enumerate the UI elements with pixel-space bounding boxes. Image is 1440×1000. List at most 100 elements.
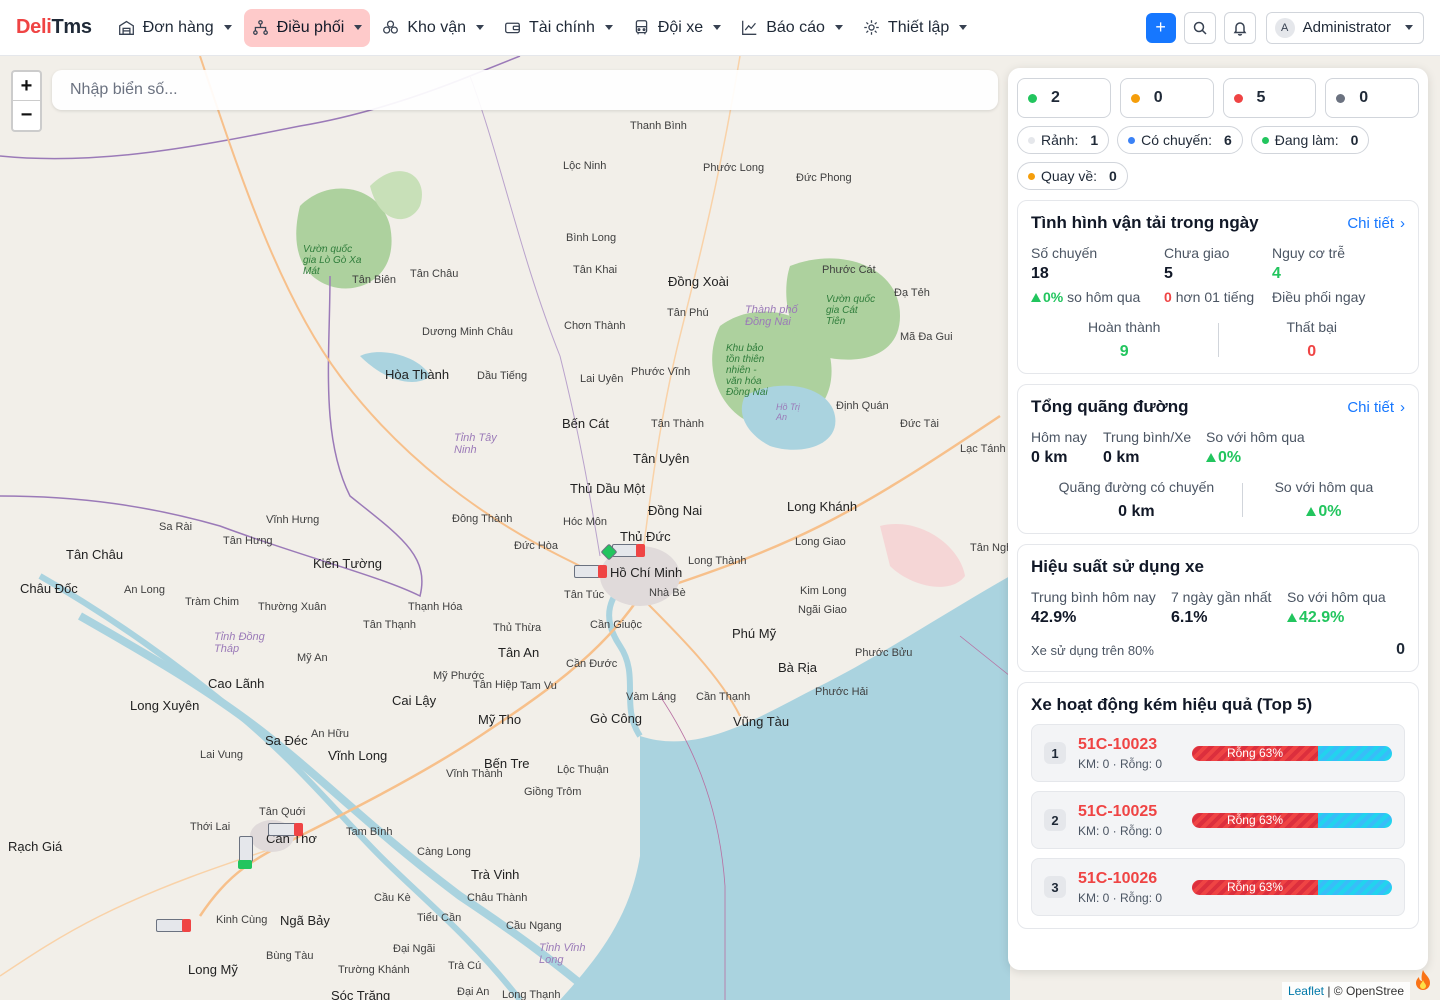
distance-card: Tổng quãng đường Chi tiết › Hôm nay 0 km … <box>1017 384 1419 534</box>
map-label: Lộc Ninh <box>563 160 607 172</box>
vehicle-plate[interactable]: 51C-10025 <box>1078 803 1162 821</box>
arrow-up-icon <box>1031 293 1041 302</box>
counter-value: 2 <box>1051 89 1060 106</box>
nav-bao-cao[interactable]: Báo cáo <box>733 9 851 47</box>
loaded-fill <box>1318 745 1392 761</box>
vehicle-list: 1 51C-10023 KM: 0 · Rỗng: 0 Rỗng 63% 2 5… <box>1031 724 1405 916</box>
map-label: Phú Mỹ <box>732 626 777 641</box>
map-label: Đông Thành <box>452 513 513 525</box>
map-label: Phước Hải <box>815 686 869 698</box>
nav-don-hang[interactable]: Đơn hàng <box>110 9 240 47</box>
plate-search-input[interactable]: Nhập biển số... <box>52 70 998 110</box>
vehicle-row[interactable]: 1 51C-10023 KM: 0 · Rỗng: 0 Rỗng 63% <box>1031 724 1405 782</box>
map-label: Mã Đa Gui <box>900 331 953 343</box>
boxes-icon <box>383 20 399 34</box>
nav-kho-van[interactable]: Kho vận <box>374 9 492 47</box>
status-dot <box>1028 172 1035 180</box>
map-label: Sóc Trăng <box>331 988 391 1000</box>
status-counters: 2 0 5 0 <box>1017 78 1419 118</box>
chevron-down-icon <box>713 25 722 30</box>
chevron-down-icon <box>354 25 363 30</box>
today-label: Hôm nay <box>1031 429 1088 445</box>
map-label: Tân Thành <box>651 418 705 430</box>
user-menu[interactable]: A Administrator <box>1265 11 1424 44</box>
status-counter-red[interactable]: 5 <box>1222 78 1317 118</box>
nav-dieu-phoi[interactable]: Điều phối <box>243 8 371 47</box>
status-counter-gray[interactable]: 0 <box>1325 78 1419 118</box>
transport-detail-link[interactable]: Chi tiết › <box>1347 215 1405 232</box>
map-label: Kinh Cùng <box>216 914 268 926</box>
add-button[interactable]: + <box>1145 12 1176 43</box>
map-label: Bùng Tàu <box>266 950 314 962</box>
vehicle-plate[interactable]: 51C-10023 <box>1078 736 1162 754</box>
map-label: Châu Thành <box>467 892 528 904</box>
map-label: Thạnh Hóa <box>408 601 463 613</box>
map-park-label: Vườn quốc gia Lò Gò Xa Mát <box>303 244 362 277</box>
undelivered-sub-text: hơn 01 tiếng <box>1175 289 1255 305</box>
flame-icon[interactable] <box>1410 968 1436 994</box>
search-button[interactable] <box>1183 11 1216 44</box>
chip-dang-lam[interactable]: Đang làm: 0 <box>1250 126 1370 154</box>
map-label: Thanh Bình <box>630 120 687 132</box>
map-label: Tiểu Cần <box>417 912 462 924</box>
empty-ratio-bar: Rỗng 63% <box>1192 879 1392 895</box>
main-menu: Đơn hàng Điều phối Kho vận Tài chính Đội… <box>110 8 976 47</box>
dispatch-now-link[interactable]: Điều phối ngay <box>1272 289 1365 305</box>
map-label: Dương Minh Châu <box>422 326 514 338</box>
logo-part-tms: Tms <box>51 16 92 38</box>
map-label: Đại An <box>457 986 490 998</box>
truck-marker[interactable] <box>156 919 191 932</box>
vehicle-plate[interactable]: 51C-10026 <box>1078 870 1162 888</box>
truck-marker[interactable] <box>238 836 253 869</box>
map-label: Rạch Giá <box>8 839 63 854</box>
distance-detail-link[interactable]: Chi tiết › <box>1347 399 1405 416</box>
trips-label: Số chuyến <box>1031 245 1098 261</box>
bus-icon <box>635 20 648 35</box>
chevron-down-icon <box>959 25 968 30</box>
status-counter-green[interactable]: 2 <box>1017 78 1111 118</box>
truck-marker[interactable] <box>268 823 303 836</box>
vehicle-row[interactable]: 3 51C-10026 KM: 0 · Rỗng: 0 Rỗng 63% <box>1031 858 1405 916</box>
cmp-label: So với hôm qua <box>1287 589 1386 605</box>
status-dot <box>1233 93 1243 103</box>
transport-status-card: Tình hình vận tải trong ngày Chi tiết › S… <box>1017 200 1419 374</box>
rank-badge: 2 <box>1044 809 1066 831</box>
map-label: Đức Hòa <box>514 540 559 552</box>
notifications-button[interactable] <box>1223 11 1256 44</box>
map-label: An Long <box>124 584 165 596</box>
map-province-label: Tỉnh Tây Ninh <box>454 432 497 456</box>
today-value: 0 km <box>1031 449 1068 466</box>
arrow-up-icon <box>1306 507 1317 516</box>
map-label: Lộc Thuận <box>557 764 609 776</box>
zoom-out-button[interactable]: − <box>13 101 40 130</box>
chip-co-chuyen[interactable]: Có chuyến: 6 <box>1117 126 1243 154</box>
counter-value: 5 <box>1256 89 1266 106</box>
card-title: Hiệu suất sử dụng xe <box>1031 557 1204 576</box>
chip-label: Rảnh: <box>1041 132 1079 148</box>
map-label: Lai Vung <box>200 749 244 761</box>
search-icon <box>1193 21 1207 35</box>
zoom-in-button[interactable]: + <box>13 72 40 101</box>
gear-icon <box>864 20 879 35</box>
nav-doi-xe[interactable]: Đội xe <box>625 9 729 47</box>
map-park-label: Khu bảo tồn thiên nhiên - văn hóa Đồng N… <box>726 343 768 398</box>
cmp-label: So với hôm qua <box>1206 429 1305 445</box>
status-counter-yellow[interactable]: 0 <box>1119 78 1214 118</box>
map-label: Bình Long <box>566 232 617 244</box>
truck-cab <box>182 919 191 932</box>
map-label: Sa Rài <box>159 521 193 533</box>
truck-marker[interactable] <box>574 565 607 578</box>
chip-quay-ve[interactable]: Quay về: 0 <box>1017 162 1128 190</box>
chip-ranh[interactable]: Rảnh: 1 <box>1017 126 1110 154</box>
vehicle-meta: KM: 0 · Rỗng: 0 <box>1078 756 1163 771</box>
chevron-down-icon <box>1405 25 1413 30</box>
map-label: Tân Uyên <box>633 451 690 466</box>
vehicle-meta: KM: 0 · Rỗng: 0 <box>1078 890 1163 905</box>
nav-tai-chinh[interactable]: Tài chính <box>496 9 621 47</box>
nav-thiet-lap[interactable]: Thiết lập <box>855 9 975 47</box>
vehicle-row[interactable]: 2 51C-10025 KM: 0 · Rỗng: 0 Rỗng 63% <box>1031 791 1405 849</box>
app-logo[interactable]: DeliTms <box>16 16 92 39</box>
map-label: Tân Quới <box>259 806 306 818</box>
leaflet-link[interactable]: Leaflet <box>1288 984 1324 998</box>
map-label: Vũng Tàu <box>733 714 790 729</box>
